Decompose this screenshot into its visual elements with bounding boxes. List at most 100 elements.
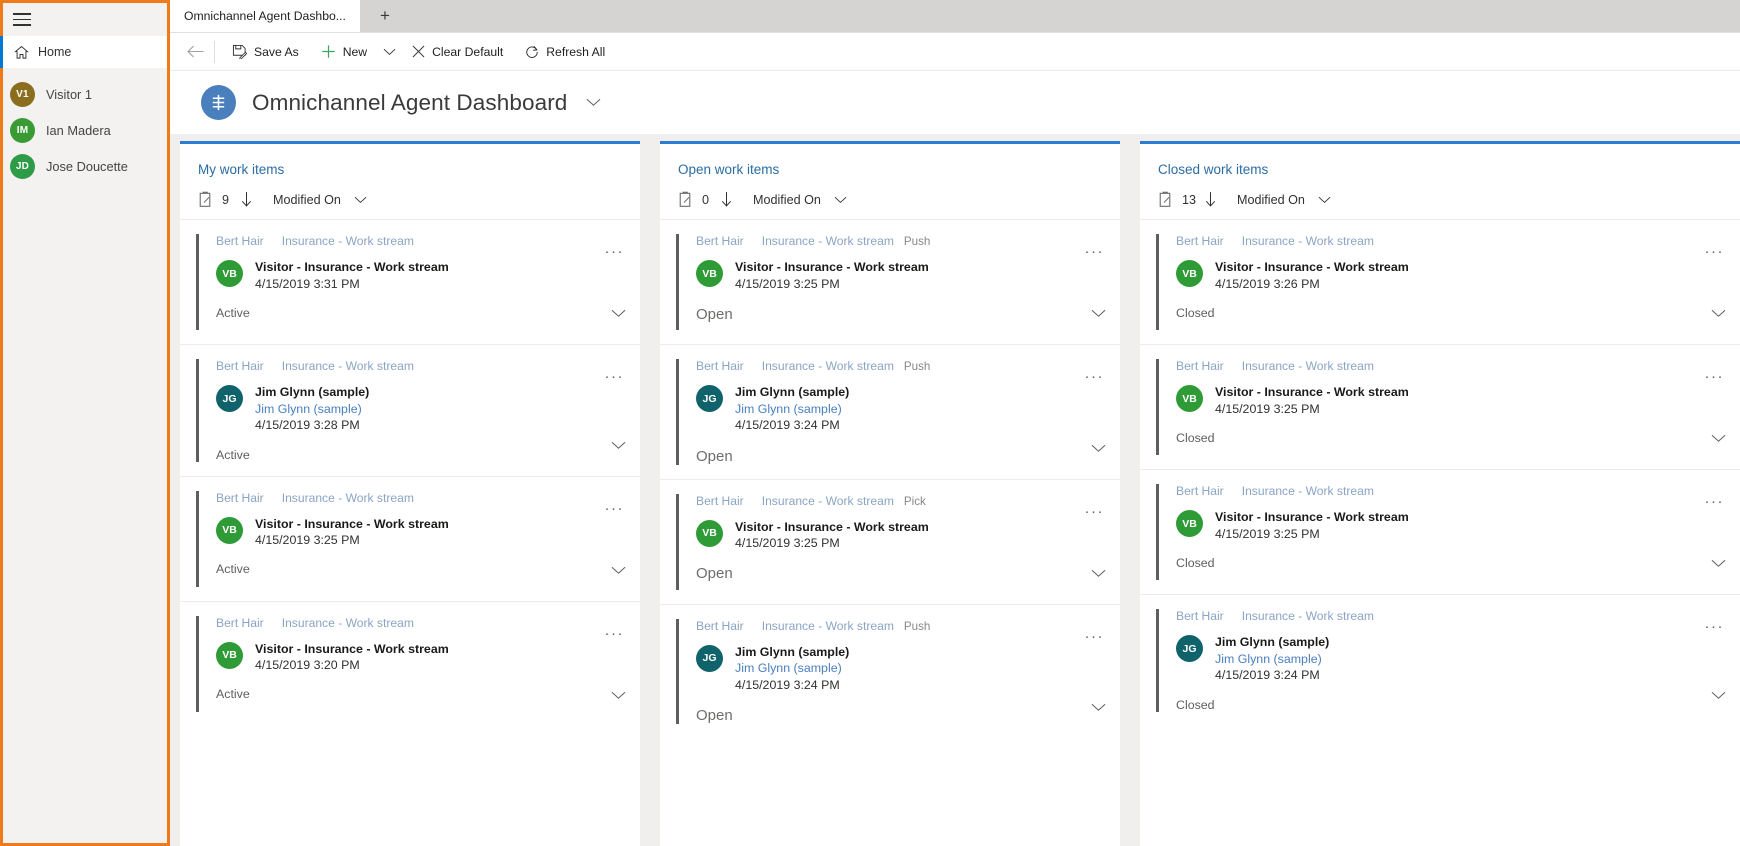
card-owner[interactable]: Bert Hair [1176, 234, 1224, 248]
page-title-dropdown[interactable] [586, 98, 601, 107]
table-row[interactable]: Bert Hair Insurance - Work stream Push J… [660, 603, 1120, 739]
table-row[interactable]: Bert Hair Insurance - Work stream JG Jim… [180, 344, 640, 476]
sidebar-item-jose-doucette[interactable]: JD Jose Doucette [3, 148, 167, 184]
card-more-options-button[interactable]: ··· [1705, 619, 1725, 634]
status-badge: Open [696, 707, 733, 725]
avatar: JG [696, 385, 723, 412]
new-dropdown-chevron[interactable] [378, 37, 401, 67]
refresh-all-label: Refresh All [546, 44, 606, 59]
card-body: Bert Hair Insurance - Work stream Push J… [679, 359, 1120, 465]
refresh-all-button[interactable]: Refresh All [514, 37, 616, 67]
card-stream[interactable]: Insurance - Work stream [762, 494, 894, 508]
table-row[interactable]: Bert Hair Insurance - Work stream JG Jim… [1140, 594, 1740, 726]
sidebar-item-ian-madera[interactable]: IM Ian Madera [3, 112, 167, 148]
card-owner[interactable]: Bert Hair [216, 491, 264, 505]
card-expand-chevron[interactable] [1091, 703, 1106, 712]
page-header: Omnichannel Agent Dashboard [170, 71, 1740, 134]
command-bar: Save As New Clear Default Refresh All [170, 33, 1740, 71]
sort-dropdown-chevron[interactable] [834, 196, 847, 204]
card-expand-chevron[interactable] [611, 309, 626, 318]
sort-field-label[interactable]: Modified On [1237, 193, 1305, 207]
card-expand-chevron[interactable] [1091, 444, 1106, 453]
new-button[interactable]: New [310, 37, 378, 67]
sidebar-item-visitor-1[interactable]: V1 Visitor 1 [3, 76, 167, 112]
card-stream[interactable]: Insurance - Work stream [762, 619, 894, 633]
card-title: Jim Glynn (sample) [255, 385, 370, 399]
card-expand-chevron[interactable] [1711, 559, 1726, 568]
card-expand-chevron[interactable] [1711, 309, 1726, 318]
sort-field-label[interactable]: Modified On [753, 193, 821, 207]
table-row[interactable]: Bert Hair Insurance - Work stream VB Vis… [180, 475, 640, 601]
sort-dropdown-chevron[interactable] [354, 196, 367, 204]
column-title[interactable]: Closed work items [1158, 162, 1740, 177]
card-more-options-button[interactable]: ··· [605, 501, 625, 516]
card-subtitle[interactable]: Jim Glynn (sample) [255, 401, 369, 418]
status-badge: Open [696, 565, 733, 583]
column-title[interactable]: My work items [198, 162, 640, 177]
new-tab-button[interactable]: + [374, 5, 396, 27]
card-owner[interactable]: Bert Hair [216, 234, 264, 248]
sidebar-item-home[interactable]: Home [0, 36, 167, 68]
table-row[interactable]: Bert Hair Insurance - Work stream VB Vis… [1140, 219, 1740, 344]
card-more-options-button[interactable]: ··· [1705, 244, 1725, 259]
table-row[interactable]: Bert Hair Insurance - Work stream Push V… [660, 219, 1120, 344]
card-stream[interactable]: Insurance - Work stream [762, 359, 894, 373]
card-stream[interactable]: Insurance - Work stream [762, 234, 894, 248]
card-stream[interactable]: Insurance - Work stream [1242, 609, 1374, 623]
save-as-button[interactable]: Save As [221, 37, 310, 67]
sort-dropdown-chevron[interactable] [1318, 196, 1331, 204]
card-expand-chevron[interactable] [611, 566, 626, 575]
sort-field-label[interactable]: Modified On [273, 193, 341, 207]
hamburger-icon[interactable] [13, 13, 31, 26]
table-row[interactable]: Bert Hair Insurance - Work stream VB Vis… [180, 219, 640, 344]
column-title[interactable]: Open work items [678, 162, 1120, 177]
card-stream[interactable]: Insurance - Work stream [282, 234, 414, 248]
table-row[interactable]: Bert Hair Insurance - Work stream VB Vis… [1140, 469, 1740, 594]
card-subtitle[interactable]: Jim Glynn (sample) [735, 660, 849, 677]
card-expand-chevron[interactable] [1711, 434, 1726, 443]
card-owner[interactable]: Bert Hair [696, 359, 744, 373]
sort-descending-icon[interactable] [241, 192, 252, 207]
avatar: JG [216, 385, 243, 412]
card-more-options-button[interactable]: ··· [605, 626, 625, 641]
card-more-options-button[interactable]: ··· [1705, 494, 1725, 509]
card-owner[interactable]: Bert Hair [1176, 609, 1224, 623]
card-subtitle[interactable]: Jim Glynn (sample) [1215, 651, 1329, 668]
card-stream[interactable]: Insurance - Work stream [1242, 359, 1374, 373]
card-owner[interactable]: Bert Hair [1176, 359, 1224, 373]
sort-descending-icon[interactable] [721, 192, 732, 207]
tab-omnichannel-agent-dashboard[interactable]: Omnichannel Agent Dashbo... [170, 0, 360, 32]
table-row[interactable]: Bert Hair Insurance - Work stream VB Vis… [1140, 344, 1740, 469]
card-more-options-button[interactable]: ··· [605, 244, 625, 259]
card-owner[interactable]: Bert Hair [216, 359, 264, 373]
card-expand-chevron[interactable] [1091, 569, 1106, 578]
card-more-options-button[interactable]: ··· [1085, 629, 1105, 644]
card-owner[interactable]: Bert Hair [216, 616, 264, 630]
card-more-options-button[interactable]: ··· [1705, 369, 1725, 384]
table-row[interactable]: Bert Hair Insurance - Work stream Pick V… [660, 478, 1120, 604]
card-more-options-button[interactable]: ··· [1085, 504, 1105, 519]
card-expand-chevron[interactable] [1711, 691, 1726, 700]
card-stream[interactable]: Insurance - Work stream [282, 491, 414, 505]
sort-descending-icon[interactable] [1205, 192, 1216, 207]
clear-default-button[interactable]: Clear Default [401, 37, 514, 67]
card-expand-chevron[interactable] [611, 691, 626, 700]
table-row[interactable]: Bert Hair Insurance - Work stream Push J… [660, 344, 1120, 479]
card-stream[interactable]: Insurance - Work stream [282, 616, 414, 630]
table-row[interactable]: Bert Hair Insurance - Work stream VB Vis… [180, 600, 640, 726]
card-stream[interactable]: Insurance - Work stream [1242, 234, 1374, 248]
card-expand-chevron[interactable] [1091, 309, 1106, 318]
card-more-options-button[interactable]: ··· [605, 369, 625, 384]
card-owner[interactable]: Bert Hair [696, 619, 744, 633]
sidebar-item-label-home: Home [38, 45, 72, 59]
card-stream[interactable]: Insurance - Work stream [1242, 484, 1374, 498]
card-owner[interactable]: Bert Hair [696, 494, 744, 508]
card-expand-chevron[interactable] [611, 441, 626, 450]
card-subtitle[interactable]: Jim Glynn (sample) [735, 401, 849, 418]
card-owner[interactable]: Bert Hair [1176, 484, 1224, 498]
card-stream[interactable]: Insurance - Work stream [282, 359, 414, 373]
card-more-options-button[interactable]: ··· [1085, 369, 1105, 384]
card-owner[interactable]: Bert Hair [696, 234, 744, 248]
card-more-options-button[interactable]: ··· [1085, 244, 1105, 259]
back-button[interactable] [178, 37, 212, 67]
